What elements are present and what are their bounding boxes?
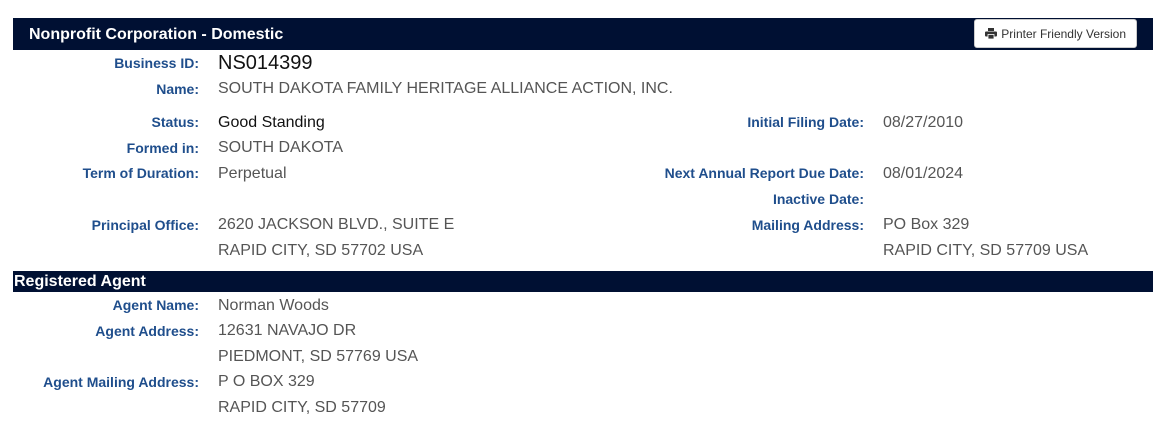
initial-filing-date-value: 08/27/2010 bbox=[883, 114, 964, 131]
initial-filing-date-label: Initial Filing Date: bbox=[747, 114, 864, 130]
formed-in-value: SOUTH DAKOTA bbox=[218, 139, 344, 156]
agent-address-label: Agent Address: bbox=[95, 323, 199, 339]
agent-mailing-address-label: Agent Mailing Address: bbox=[43, 374, 199, 390]
section-header: Nonprofit Corporation - Domestic Printer… bbox=[13, 18, 1153, 50]
mailing-address-label: Mailing Address: bbox=[751, 217, 864, 233]
agent-address-line2: PIEDMONT, SD 57769 USA bbox=[218, 348, 419, 365]
principal-office-label: Principal Office: bbox=[91, 217, 199, 233]
agent-name-value: Norman Woods bbox=[218, 297, 329, 314]
page-title: Nonprofit Corporation - Domestic bbox=[29, 26, 284, 43]
name-value: SOUTH DAKOTA FAMILY HERITAGE ALLIANCE AC… bbox=[218, 80, 673, 97]
agent-name-label: Agent Name: bbox=[112, 297, 199, 313]
status-label: Status: bbox=[151, 114, 199, 130]
agent-mailing-address-line1: P O BOX 329 bbox=[218, 373, 315, 390]
principal-office-line1: 2620 JACKSON BLVD., SUITE E bbox=[218, 216, 455, 233]
mailing-address-line2: RAPID CITY, SD 57709 USA bbox=[883, 242, 1089, 259]
registered-agent-header: Registered Agent bbox=[13, 271, 1153, 292]
name-label: Name: bbox=[156, 81, 199, 97]
printer-icon bbox=[985, 28, 998, 39]
formed-in-label: Formed in: bbox=[126, 140, 199, 156]
business-id-value: NS014399 bbox=[218, 52, 313, 74]
inactive-date-label: Inactive Date: bbox=[772, 191, 864, 207]
printer-friendly-label: Printer Friendly Version bbox=[1001, 26, 1126, 41]
business-id-label: Business ID: bbox=[114, 55, 199, 71]
term-of-duration-value: Perpetual bbox=[218, 165, 287, 182]
printer-friendly-button[interactable]: Printer Friendly Version bbox=[974, 19, 1137, 48]
next-annual-report-label: Next Annual Report Due Date: bbox=[664, 165, 864, 181]
agent-address-line1: 12631 NAVAJO DR bbox=[218, 322, 357, 339]
mailing-address-line1: PO Box 329 bbox=[883, 216, 970, 233]
status-value: Good Standing bbox=[218, 114, 325, 131]
term-of-duration-label: Term of Duration: bbox=[82, 165, 199, 181]
principal-office-line2: RAPID CITY, SD 57702 USA bbox=[218, 242, 424, 259]
registered-agent-title: Registered Agent bbox=[14, 273, 146, 290]
next-annual-report-value: 08/01/2024 bbox=[883, 165, 964, 182]
agent-mailing-address-line2: RAPID CITY, SD 57709 bbox=[218, 399, 386, 416]
